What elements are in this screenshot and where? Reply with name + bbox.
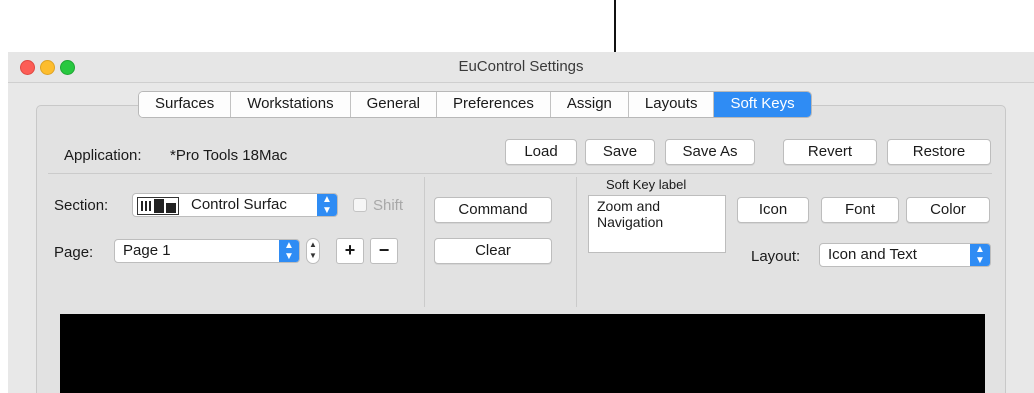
remove-page-button[interactable]: − [370,238,398,264]
load-button[interactable]: Load [505,139,577,165]
chevron-updown-icon: ▲ ▼ [317,194,337,216]
soft-key-text-line-1: Zoom and [597,198,661,214]
layout-popup[interactable]: Icon and Text ▲ ▼ [819,243,991,267]
title-bar: EuControl Settings [8,52,1034,83]
page-label: Page: [54,244,94,261]
tab-soft-keys[interactable]: Soft Keys [714,92,811,117]
window-title: EuControl Settings [458,58,584,75]
tab-general[interactable]: General [350,92,437,117]
chevron-updown-icon: ▲ ▼ [970,244,990,266]
soft-key-label-caption: Soft Key label [606,177,687,192]
tab-layouts[interactable]: Layouts [628,92,715,117]
window-body: Surfaces Workstations General Preference… [8,83,1034,393]
page-value: Page 1 [123,242,171,259]
section-label: Section: [54,197,109,214]
restore-button[interactable]: Restore [887,139,991,165]
tab-workstations[interactable]: Workstations [231,92,351,117]
color-button[interactable]: Color [906,197,990,223]
soft-key-label-input[interactable]: Zoom and Navigation [588,195,726,253]
settings-window: EuControl Settings Surfaces Workstations… [8,52,1034,393]
section-popup[interactable]: Control Surfac ▲ ▼ [132,193,338,217]
section-value: Control Surfac [191,196,287,213]
soft-key-text-line-2: Navigation [597,214,664,230]
layout-value: Icon and Text [828,246,917,263]
page-stepper[interactable]: ▲ ▼ [306,238,320,264]
icon-button[interactable]: Icon [737,197,809,223]
layout-label: Layout: [751,248,801,265]
tab-bar: Surfaces Workstations General Preference… [138,91,812,118]
page-popup[interactable]: Page 1 ▲ ▼ [114,239,300,263]
save-button[interactable]: Save [585,139,655,165]
column-divider-2 [576,177,577,307]
column-divider-1 [424,177,425,307]
chevron-updown-icon: ▲ ▼ [279,240,299,262]
font-button[interactable]: Font [821,197,899,223]
tab-assign[interactable]: Assign [550,92,629,117]
clear-button[interactable]: Clear [434,238,552,264]
application-value: *Pro Tools 18Mac [170,147,288,164]
header-divider [48,173,992,174]
revert-button[interactable]: Revert [783,139,877,165]
application-label: Application: [64,147,142,164]
save-as-button[interactable]: Save As [665,139,755,165]
shift-checkbox[interactable] [353,198,367,212]
soft-key-display[interactable] [60,314,985,393]
tab-surfaces[interactable]: Surfaces [139,92,232,117]
tab-preferences[interactable]: Preferences [437,92,551,117]
control-surface-icon [137,197,179,215]
shift-label: Shift [373,197,404,214]
command-button[interactable]: Command [434,197,552,223]
add-page-button[interactable]: + [336,238,364,264]
